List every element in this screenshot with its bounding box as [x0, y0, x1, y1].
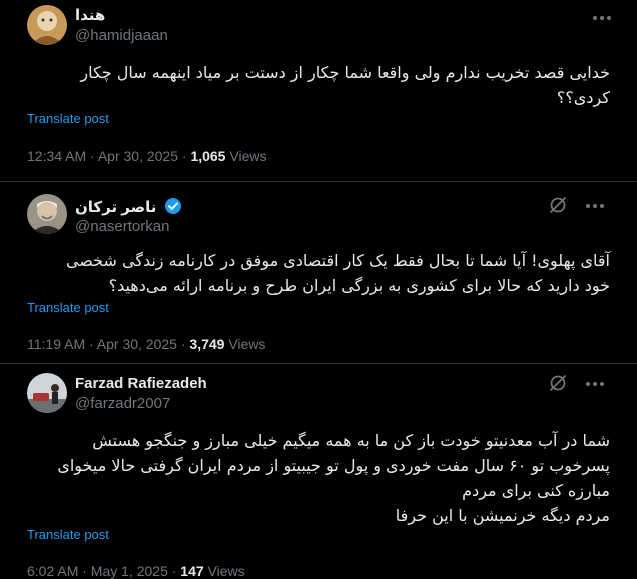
author-name[interactable]: Farzad Rafiezadeh	[75, 375, 207, 392]
author-handle[interactable]: @hamidjaaan	[75, 27, 168, 44]
more-icon[interactable]	[583, 374, 607, 394]
views-count: 147	[180, 563, 204, 579]
more-icon[interactable]	[590, 8, 614, 28]
post-farzadr2007: Farzad Rafiezadeh @farzadr2007 شما در آب…	[0, 364, 637, 579]
translate-post-link[interactable]: Translate post	[27, 111, 109, 126]
post-text-line: مردم دیگه خرنمیشن با این حرفا	[395, 506, 610, 525]
views-count: 1,065	[190, 148, 226, 164]
author-name[interactable]: ناصر ترکان	[75, 197, 182, 219]
author-name[interactable]: هندا	[75, 6, 105, 24]
grok-icon[interactable]	[548, 373, 568, 393]
post-meta: 11:19 AM · Apr 30, 2025 · 3,749 Views	[27, 336, 265, 352]
post-text-line: کردی؟؟	[556, 88, 610, 107]
timestamp[interactable]: 11:19 AM · Apr 30, 2025 ·	[27, 336, 189, 352]
post-text-line: خدایی قصد تخریب ندارم ولی واقعا شما چکار…	[80, 63, 610, 82]
views-label: Views	[229, 148, 267, 164]
views-label: Views	[207, 563, 245, 579]
grok-icon[interactable]	[548, 195, 568, 215]
translate-post-link[interactable]: Translate post	[27, 527, 109, 542]
author-handle[interactable]: @nasertorkan	[75, 218, 169, 235]
verified-badge-icon	[164, 197, 182, 219]
post-text: آقای پهلوی! آیا شما تا بحال فقط یک کار ا…	[66, 248, 610, 298]
translate-post-link[interactable]: Translate post	[27, 300, 109, 315]
post-text-line: آقای پهلوی! آیا شما تا بحال فقط یک کار ا…	[65, 251, 610, 270]
more-icon[interactable]	[583, 196, 607, 216]
post-text-line: پسرخوب تو ۶۰ سال مفت خوردی و پول تو جیبی…	[57, 456, 610, 475]
views-count: 3,749	[189, 336, 225, 352]
timestamp[interactable]: 6:02 AM · May 1, 2025 ·	[27, 563, 180, 579]
post-meta: 12:34 AM · Apr 30, 2025 · 1,065 Views	[27, 148, 266, 164]
post-text-line: مبارزه کنی برای مردم	[462, 481, 610, 500]
post-text: شما در آب معدنیتو خودت باز کن ما به همه …	[57, 428, 610, 528]
avatar[interactable]	[27, 373, 67, 413]
timestamp[interactable]: 12:34 AM · Apr 30, 2025 ·	[27, 148, 190, 164]
post-hamidjaaan: هندا @hamidjaaan خدایی قصد تخریب ندارم و…	[0, 0, 637, 182]
post-text-line: خود دارید که حالا برای کشوری به بزرگی ای…	[108, 276, 610, 295]
avatar[interactable]	[27, 5, 67, 45]
post-nasertorkan: ناصر ترکان @nasertorkan آقای پهلوی! آیا …	[0, 182, 637, 366]
avatar[interactable]	[27, 194, 67, 234]
post-text-line: شما در آب معدنیتو خودت باز کن ما به همه …	[92, 431, 610, 450]
post-text: خدایی قصد تخریب ندارم ولی واقعا شما چکار…	[80, 60, 610, 110]
views-label: Views	[228, 336, 266, 352]
author-handle[interactable]: @farzadr2007	[75, 395, 170, 412]
author-name-text: ناصر ترکان	[75, 199, 157, 216]
post-meta: 6:02 AM · May 1, 2025 · 147 Views	[27, 563, 245, 579]
